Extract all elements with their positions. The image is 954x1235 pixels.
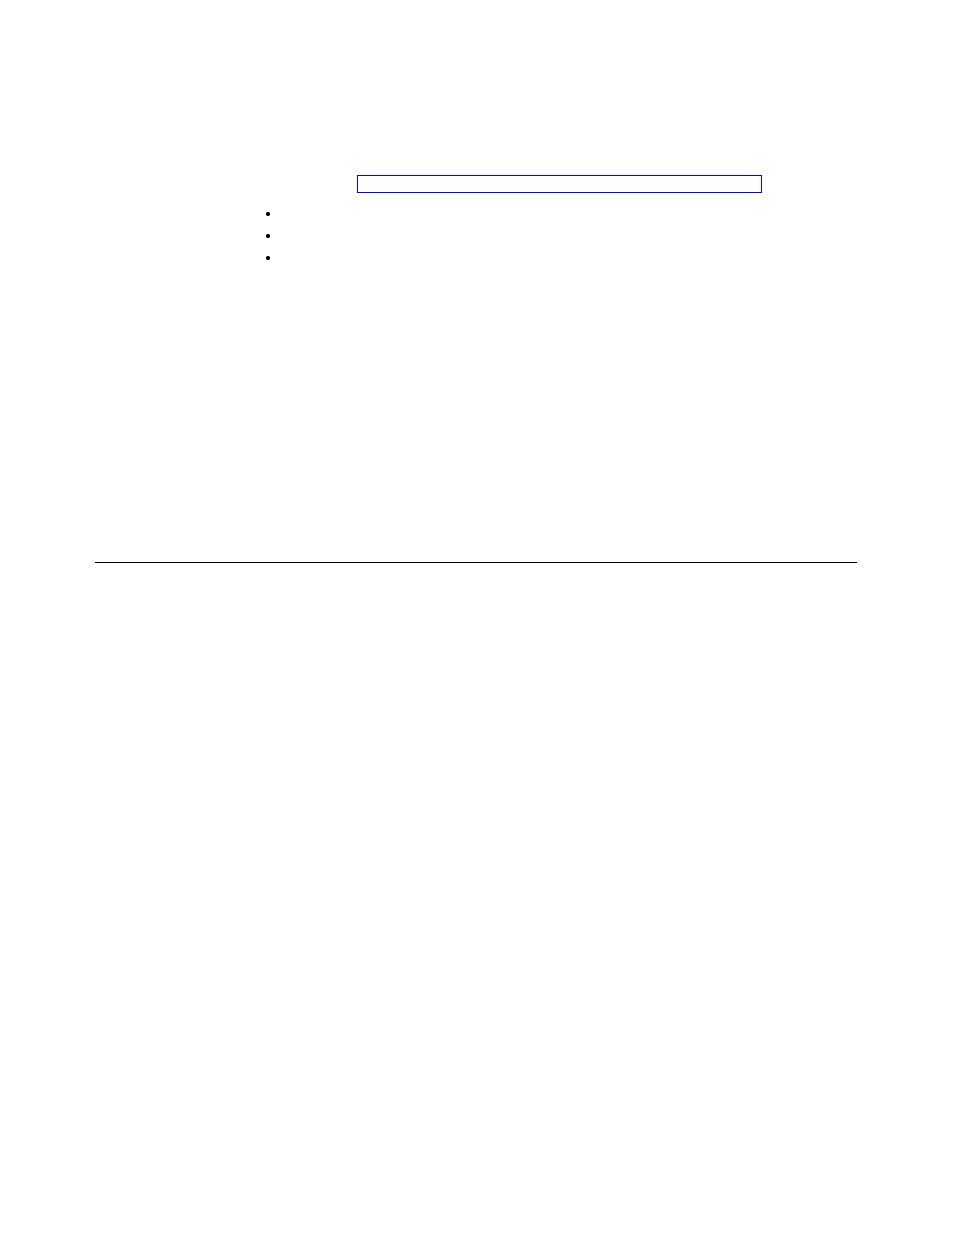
document-page: { "link_box": { "text": "" }, "bullets":…: [0, 0, 954, 1235]
bullet-list: [260, 202, 280, 268]
section-link[interactable]: [357, 175, 762, 193]
section-divider: [95, 562, 857, 563]
